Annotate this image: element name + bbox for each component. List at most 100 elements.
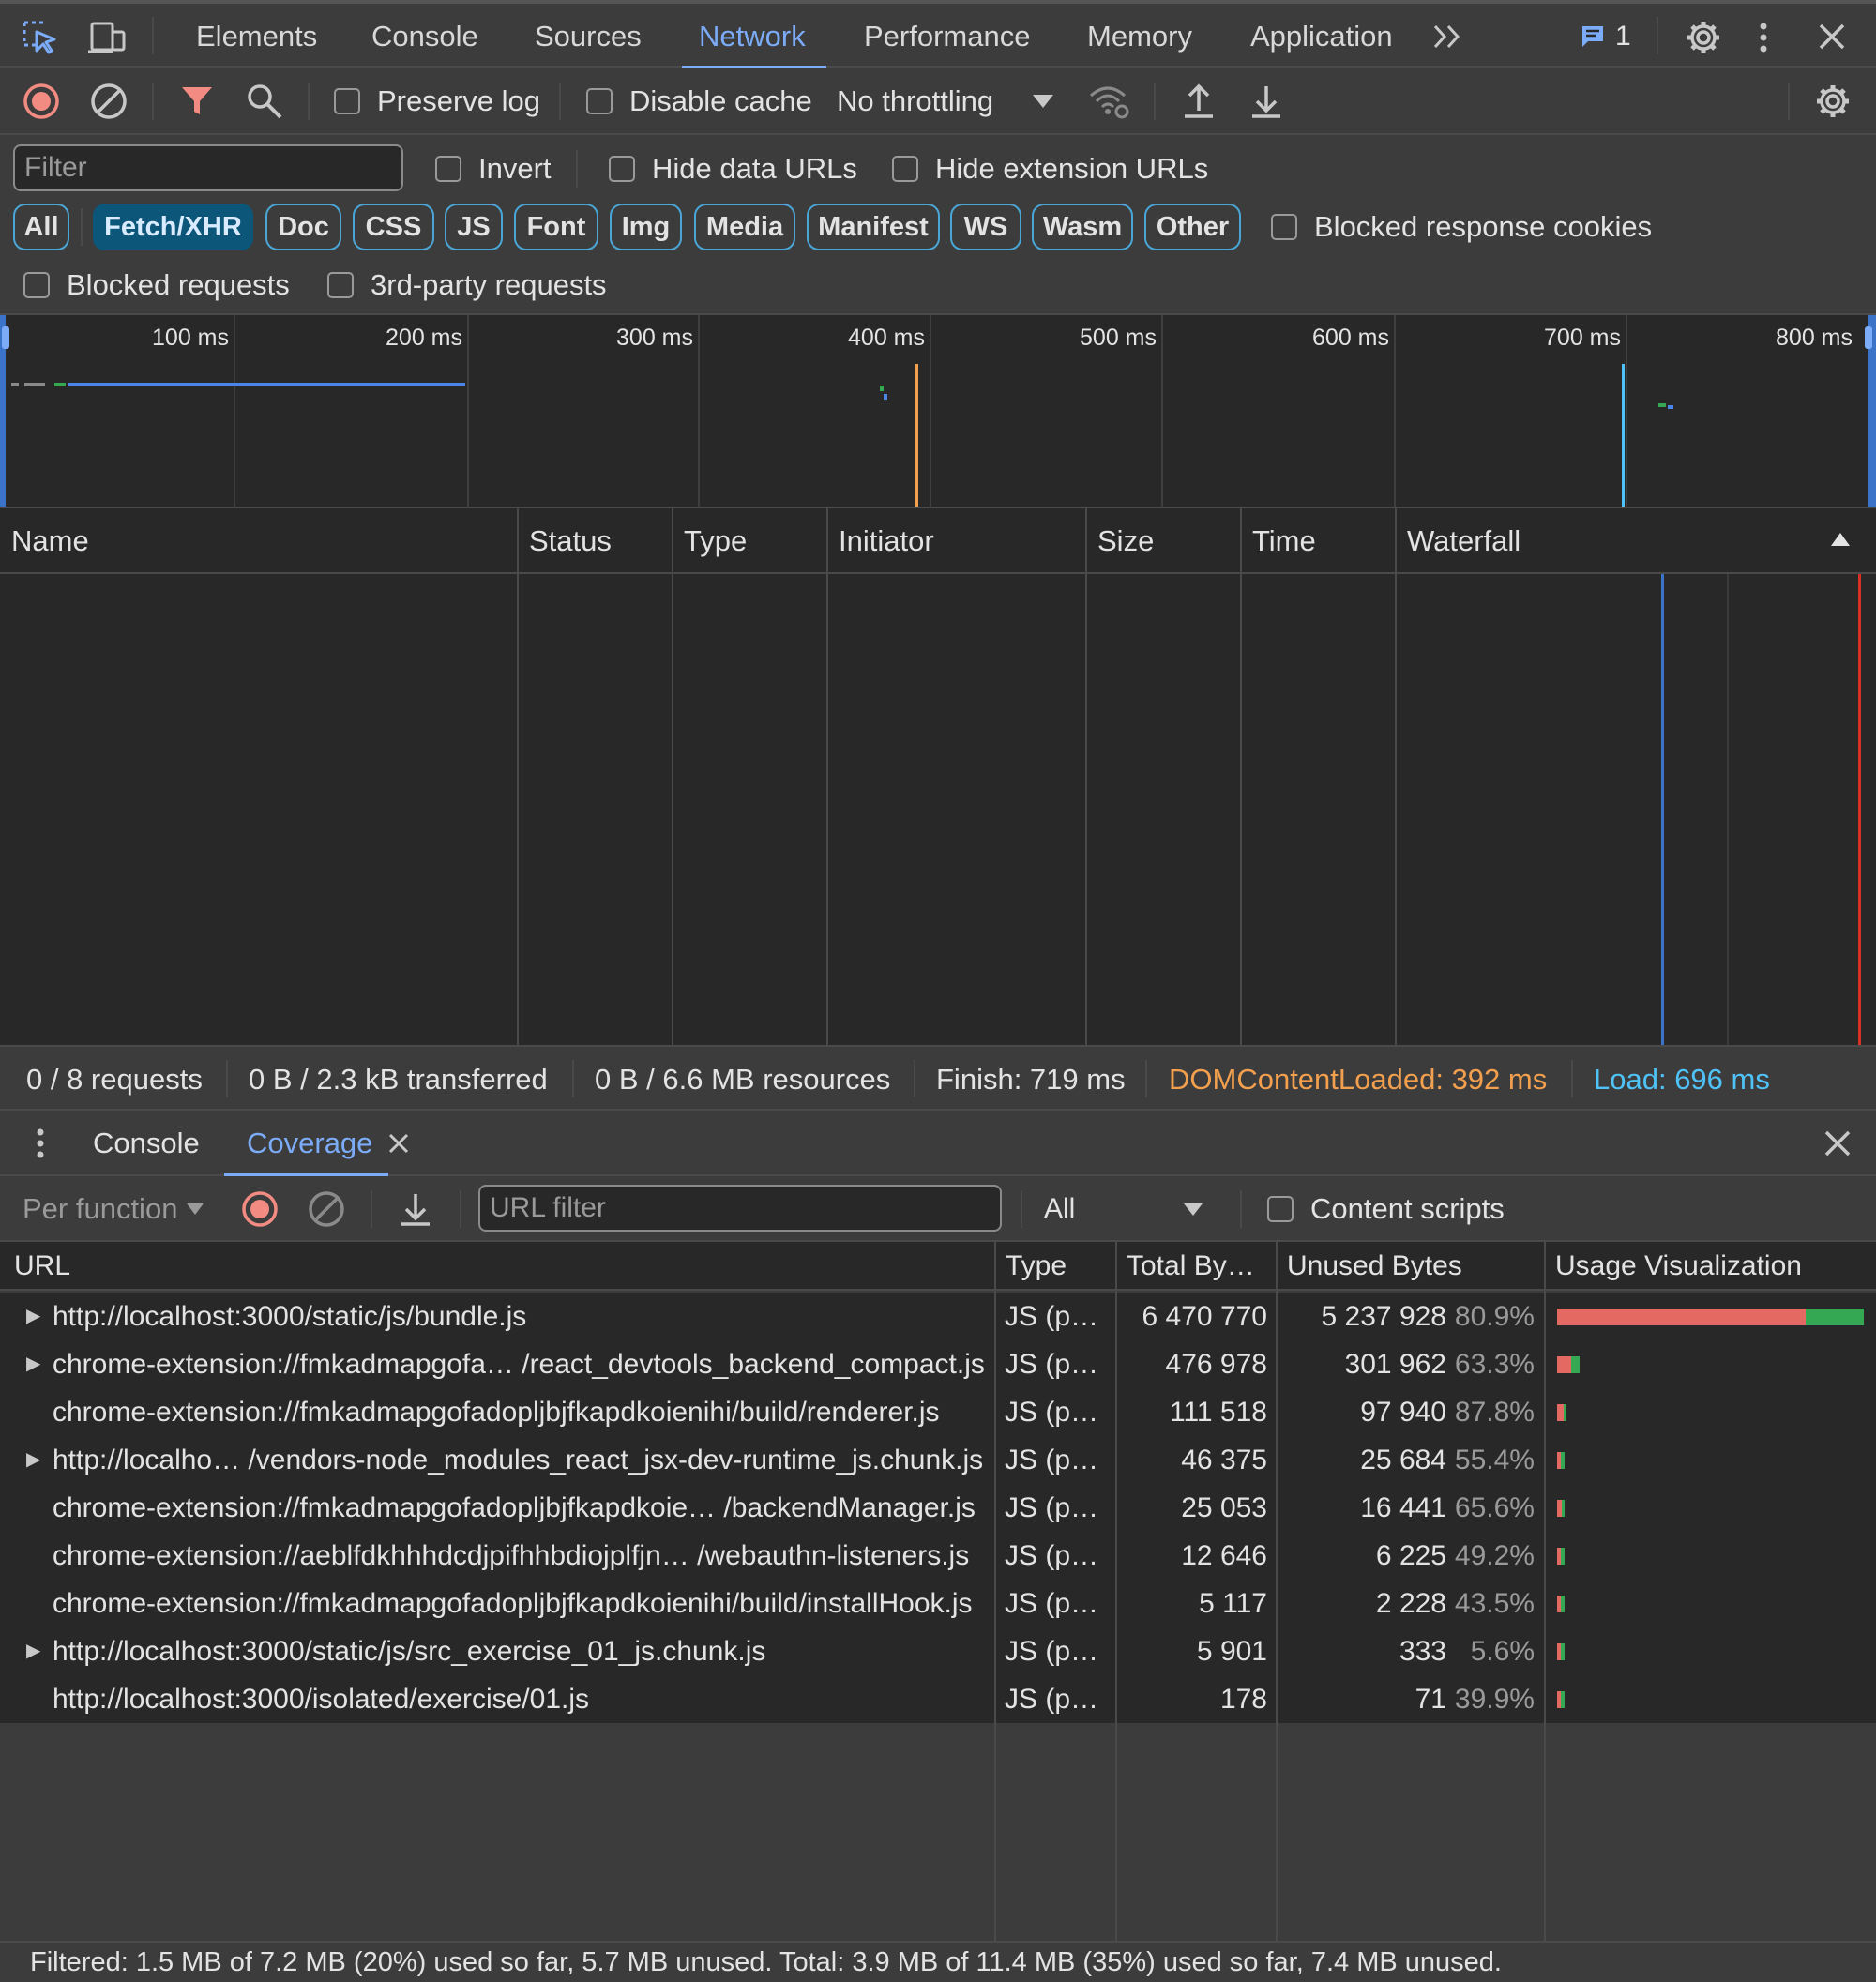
stop-instrumenting-coverage-icon[interactable] [241,1190,279,1228]
expand-triangle-icon[interactable]: ▶ [26,1627,40,1675]
expand-triangle-icon[interactable]: ▶ [26,1293,40,1340]
blocked-response-cookies-checkbox[interactable]: Blocked response cookies [1271,206,1652,248]
coverage-type-select[interactable]: All [1044,1176,1203,1242]
stop-recording-icon[interactable] [23,83,60,120]
coverage-mode-select[interactable]: Per function [23,1176,204,1242]
hide-extension-urls-checkbox[interactable]: Hide extension URLs [892,148,1208,189]
type-chip-fetch-xhr[interactable]: Fetch/XHR [93,204,253,250]
column-total-bytes[interactable]: Total By… [1117,1242,1277,1291]
coverage-row[interactable]: chrome-extension://fmkadmapgofadopljbjfk… [0,1388,1876,1436]
coverage-row[interactable]: ▶ http://localhost:3000/static/js/bundle.… [0,1293,1876,1340]
blocked-requests-checkbox[interactable]: Blocked requests [23,265,290,306]
filter-funnel-icon[interactable] [180,84,214,118]
coverage-row[interactable]: ▶ http://localhost:3000/static/js/src_exe… [0,1627,1876,1675]
coverage-row[interactable]: ▶ http://localho… /vendors-node_modules_r… [0,1436,1876,1484]
filter-input[interactable]: Filter [13,144,403,191]
column-type[interactable]: Type [996,1242,1113,1291]
disable-cache-checkbox[interactable]: Disable cache [586,81,812,122]
usage-bar-used [1562,1500,1565,1517]
network-conditions-wifi-icon[interactable] [1088,83,1131,120]
type-chip-font[interactable]: Font [514,204,598,250]
drawer-menu-icon[interactable] [36,1127,45,1159]
content-scripts-checkbox[interactable]: Content scripts [1267,1188,1505,1230]
clear-coverage-icon[interactable] [308,1190,345,1228]
usage-bar [1557,1356,1580,1373]
type-chip-wasm[interactable]: Wasm [1032,204,1133,250]
type-chip-img[interactable]: Img [610,204,682,250]
tab-elements[interactable]: Elements [196,4,317,68]
tab-memory[interactable]: Memory [1087,4,1192,68]
checkbox-box[interactable] [334,88,360,114]
hide-data-urls-checkbox[interactable]: Hide data URLs [609,148,857,189]
column-type[interactable]: Type [673,508,747,572]
close-icon[interactable] [1818,23,1846,51]
network-overview-timeline[interactable]: 100 ms 200 ms 300 ms 400 ms 500 ms 600 m… [0,315,1876,508]
type-chip-all[interactable]: All [13,204,69,250]
column-url[interactable]: URL [5,1242,994,1291]
coverage-row[interactable]: chrome-extension://fmkadmapgofadopljbjfk… [0,1580,1876,1627]
checkbox-box[interactable] [586,88,613,114]
drawer-tab-console[interactable]: Console [93,1111,200,1176]
tab-console[interactable]: Console [371,4,478,68]
invert-checkbox[interactable]: Invert [435,148,552,189]
export-coverage-download-icon[interactable] [399,1190,432,1228]
coverage-row[interactable]: chrome-extension://aeblfdkhhhdcdjpifhhbd… [0,1532,1876,1580]
checkbox-box[interactable] [327,272,354,298]
search-icon[interactable] [246,83,283,120]
overview-right-grip[interactable] [1865,326,1872,349]
coverage-row[interactable]: chrome-extension://fmkadmapgofadopljbjfk… [0,1484,1876,1532]
checkbox-box[interactable] [1271,214,1297,240]
type-chip-other[interactable]: Other [1144,204,1241,250]
settings-gear-icon[interactable] [1685,19,1722,56]
type-chip-ws[interactable]: WS [950,204,1021,250]
column-status[interactable]: Status [518,508,612,572]
tab-application[interactable]: Application [1250,4,1393,68]
import-har-upload-icon[interactable] [1182,83,1216,120]
request-bar [68,383,465,386]
device-toolbar-icon[interactable] [88,21,128,54]
coverage-row[interactable]: http://localhost:3000/isolated/exercise/… [0,1675,1876,1723]
inspect-element-icon[interactable] [23,21,58,54]
url-filter-input[interactable]: URL filter [478,1185,1002,1232]
column-usage-visualization[interactable]: Usage Visualization [1546,1242,1874,1291]
expand-triangle-icon[interactable]: ▶ [26,1340,40,1388]
type-chip-css[interactable]: CSS [353,204,434,250]
export-har-download-icon[interactable] [1249,83,1283,120]
expand-triangle-icon[interactable]: ▶ [26,1436,40,1484]
third-party-requests-checkbox[interactable]: 3rd-party requests [327,265,607,306]
preserve-log-checkbox[interactable]: Preserve log [334,81,540,122]
column-name[interactable]: Name [0,508,89,572]
type-chip-js[interactable]: JS [445,204,503,250]
checkbox-box[interactable] [892,156,918,182]
column-time[interactable]: Time [1241,508,1316,572]
double-chevron-right-icon[interactable] [1431,23,1465,51]
type-chip-doc[interactable]: Doc [265,204,341,250]
column-waterfall[interactable]: Waterfall [1396,508,1520,572]
tab-network[interactable]: Network [682,4,826,69]
checkbox-box[interactable] [23,272,50,298]
issues-button[interactable]: 1 [1580,21,1631,53]
close-drawer-icon[interactable] [1824,1130,1851,1157]
coverage-row[interactable]: ▶ chrome-extension://fmkadmapgofa… /react… [0,1340,1876,1388]
clear-icon[interactable] [90,83,128,120]
throttling-select[interactable]: No throttling [837,81,1054,122]
coverage-total-bytes: 476 978 [1165,1349,1267,1380]
overview-left-grip[interactable] [2,326,9,349]
close-coverage-tab-icon[interactable] [388,1133,409,1154]
network-settings-gear-icon[interactable] [1814,83,1852,120]
checkbox-box[interactable] [1267,1196,1294,1222]
drawer-tab-coverage[interactable]: Coverage [247,1111,372,1176]
type-chip-media[interactable]: Media [694,204,795,250]
type-chip-manifest[interactable]: Manifest [807,204,940,250]
tab-sources[interactable]: Sources [535,4,642,68]
checkbox-box[interactable] [435,156,461,182]
checkbox-box[interactable] [609,156,635,182]
sort-ascending-icon[interactable] [1831,533,1850,546]
more-vertical-icon[interactable] [1758,21,1769,54]
coverage-total-bytes: 25 053 [1181,1492,1267,1523]
column-unused-bytes[interactable]: Unused Bytes [1278,1242,1542,1291]
separator [152,83,154,120]
column-size[interactable]: Size [1086,508,1154,572]
tab-performance[interactable]: Performance [864,4,1030,68]
column-initiator[interactable]: Initiator [827,508,934,572]
